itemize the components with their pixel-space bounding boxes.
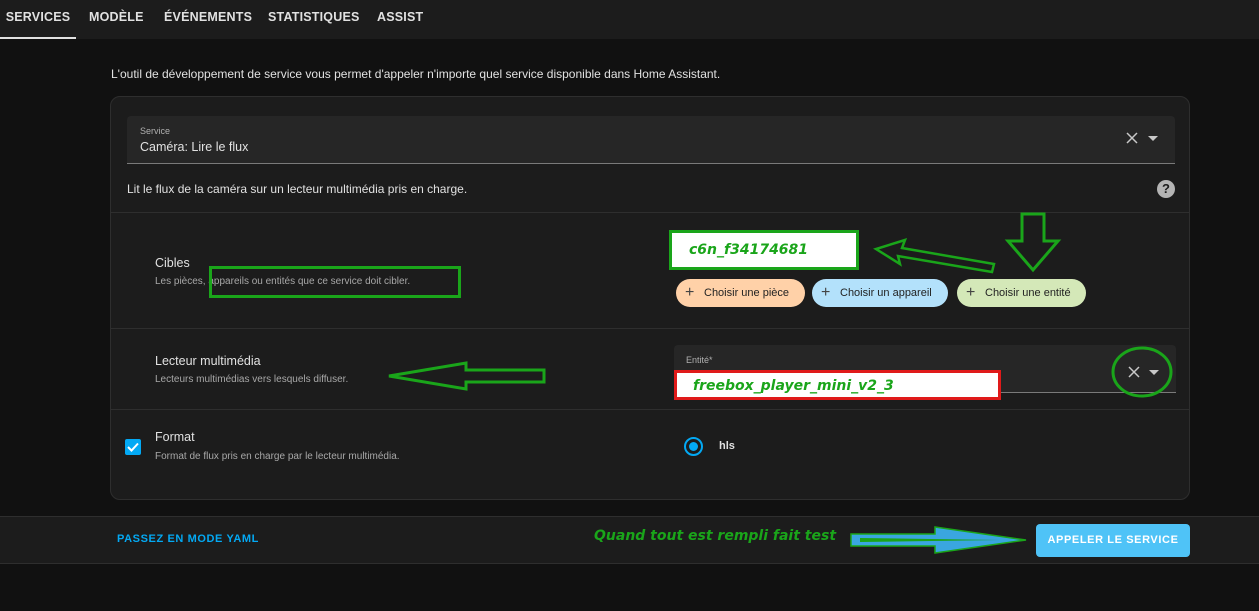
choose-device-label: Choisir un appareil <box>840 287 932 299</box>
divider <box>111 212 1189 213</box>
plus-icon: + <box>685 284 695 301</box>
close-icon[interactable] <box>1127 365 1141 379</box>
choose-device-button[interactable]: + Choisir un appareil <box>812 279 948 307</box>
format-hls-radio[interactable] <box>684 437 703 456</box>
close-icon[interactable] <box>1125 131 1139 145</box>
service-description: Lit le flux de la caméra sur un lecteur … <box>127 182 468 196</box>
format-title: Format <box>155 430 195 444</box>
media-player-description: Lecteurs multimédias vers lesquels diffu… <box>155 374 349 385</box>
intro-text: L'outil de développement de service vous… <box>111 67 721 81</box>
choose-entity-button[interactable]: + Choisir une entité <box>957 279 1086 307</box>
annotation-test-note: Quand tout est rempli fait test <box>594 528 837 544</box>
call-service-button[interactable]: APPELER LE SERVICE <box>1036 524 1190 557</box>
choose-room-button[interactable]: + Choisir une pièce <box>676 279 805 307</box>
chevron-down-icon[interactable] <box>1147 132 1159 144</box>
service-field-value: Caméra: Lire le flux <box>140 140 249 154</box>
tab-statistics[interactable]: STATISTIQUES <box>268 0 360 39</box>
tab-bar: SERVICES MODÈLE ÉVÉNEMENTS STATISTIQUES … <box>0 0 1259 39</box>
choose-room-label: Choisir une pièce <box>704 287 789 299</box>
annotation-target-value: c6n_f34174681 <box>669 230 859 270</box>
yaml-mode-button[interactable]: PASSEZ EN MODE YAML <box>117 533 259 545</box>
tab-template[interactable]: MODÈLE <box>89 0 144 39</box>
annotation-entity-value: freebox_player_mini_v2_3 <box>674 370 1001 400</box>
annotation-box-description <box>209 266 461 298</box>
check-icon <box>127 442 139 452</box>
tab-services[interactable]: SERVICES <box>0 0 76 39</box>
media-player-title: Lecteur multimédia <box>155 354 261 368</box>
divider <box>111 328 1189 329</box>
annotation-target-text: c6n_f34174681 <box>689 242 809 258</box>
choose-entity-label: Choisir une entité <box>985 287 1071 299</box>
service-card: Service Caméra: Lire le flux Lit le flux… <box>110 96 1190 500</box>
divider <box>111 409 1189 410</box>
format-description: Format de flux pris en charge par le lec… <box>155 451 400 462</box>
plus-icon: + <box>821 284 831 301</box>
format-checkbox[interactable] <box>125 439 141 455</box>
format-hls-label: hls <box>719 440 735 452</box>
service-select[interactable]: Service Caméra: Lire le flux <box>127 116 1175 164</box>
chevron-down-icon[interactable] <box>1148 366 1160 378</box>
targets-title: Cibles <box>155 256 190 270</box>
help-icon[interactable]: ? <box>1157 180 1175 198</box>
service-field-label: Service <box>140 126 171 136</box>
entity-field-label: Entité* <box>686 355 713 365</box>
tab-events[interactable]: ÉVÉNEMENTS <box>164 0 252 39</box>
plus-icon: + <box>966 284 976 301</box>
annotation-entity-text: freebox_player_mini_v2_3 <box>693 378 894 394</box>
tab-assist[interactable]: ASSIST <box>377 0 423 39</box>
